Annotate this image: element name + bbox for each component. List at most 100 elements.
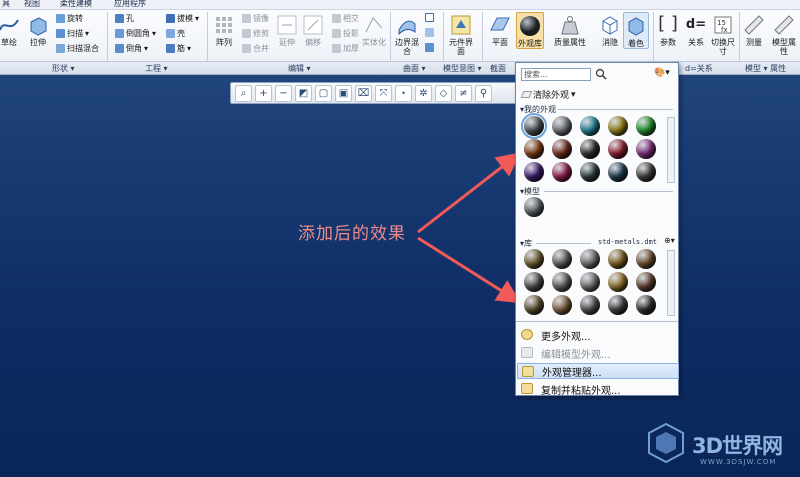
library-appearance-swatch[interactable]: [524, 295, 544, 315]
perspective-button[interactable]: ⤧: [375, 84, 392, 102]
thicken-button[interactable]: 加厚: [332, 43, 359, 54]
group-model-intent[interactable]: 模型意图 ▾: [443, 63, 482, 74]
measure-button[interactable]: 测量: [742, 14, 766, 47]
my-appearances-header[interactable]: ▾我的外观: [520, 104, 556, 115]
appearance-swatch[interactable]: [636, 162, 656, 182]
shell-button[interactable]: 壳: [166, 28, 185, 39]
revolve-button[interactable]: 旋转: [56, 13, 83, 24]
library-appearance-swatch[interactable]: [608, 295, 628, 315]
filter-button[interactable]: ≠: [455, 84, 472, 102]
switch-dimensions-button[interactable]: 15 fx 切换尺寸: [710, 14, 736, 56]
trim-button[interactable]: 修剪: [242, 28, 269, 39]
datum-display-button[interactable]: ⋆: [395, 84, 412, 102]
group-engineering[interactable]: 工程 ▾: [145, 63, 168, 74]
appearance-swatch[interactable]: [552, 116, 572, 136]
refit-button[interactable]: ⌕: [235, 84, 252, 102]
search-input[interactable]: 搜索...: [521, 68, 591, 81]
surface-tool-2[interactable]: [425, 28, 434, 37]
library-appearance-swatch[interactable]: [580, 295, 600, 315]
merge-button[interactable]: 合并: [242, 43, 269, 54]
library-appearance-swatch[interactable]: [524, 249, 544, 269]
menu-tab-view[interactable]: 视图: [24, 0, 40, 9]
sweep-button[interactable]: 扫描 ▾: [56, 28, 89, 39]
relations-button[interactable]: d= 关系: [684, 14, 708, 47]
search-icon[interactable]: [595, 68, 607, 80]
edit-model-appearance-item[interactable]: 编辑模型外观...: [517, 345, 679, 361]
menu-tab-flexible-modeling[interactable]: 柔性建模: [60, 0, 92, 9]
annotation-display-button[interactable]: ◇: [435, 84, 452, 102]
library-options-icon[interactable]: ⊕▾: [664, 236, 675, 245]
shading-button[interactable]: 着色: [623, 12, 649, 49]
library-appearance-swatch[interactable]: [580, 249, 600, 269]
repaint-button[interactable]: ◩: [295, 84, 312, 102]
project-button[interactable]: 投影: [332, 28, 359, 39]
appearance-swatch[interactable]: [636, 116, 656, 136]
appearance-swatch[interactable]: [524, 162, 544, 182]
appearance-swatch[interactable]: [608, 139, 628, 159]
pattern-button[interactable]: 阵列: [212, 14, 236, 47]
mass-properties-button[interactable]: 质量属性: [552, 14, 588, 47]
appearance-swatch[interactable]: [608, 162, 628, 182]
library-appearance-swatch[interactable]: [552, 272, 572, 292]
mirror-button[interactable]: 镜像: [242, 13, 269, 24]
settings-button[interactable]: ⚲: [475, 84, 492, 102]
zoom-out-button[interactable]: −: [275, 84, 292, 102]
view-button[interactable]: ▢: [315, 84, 332, 102]
library-appearance-swatch[interactable]: [552, 249, 572, 269]
group-surface[interactable]: 曲面 ▾: [403, 63, 426, 74]
offset-button[interactable]: 偏移: [302, 14, 324, 47]
draft-button[interactable]: 拔模 ▾: [166, 13, 199, 24]
library-appearance-swatch[interactable]: [608, 249, 628, 269]
hole-button[interactable]: 孔: [115, 13, 134, 24]
library-appearance-swatch[interactable]: [580, 272, 600, 292]
appearance-swatch[interactable]: [580, 139, 600, 159]
rib-button[interactable]: 筋 ▾: [166, 43, 191, 54]
group-model-properties[interactable]: 模型 ▾ 属性: [745, 63, 786, 74]
appearance-swatch[interactable]: [580, 162, 600, 182]
model-properties-button[interactable]: 模型属性: [770, 14, 798, 56]
zoom-in-button[interactable]: +: [255, 84, 272, 102]
group-relations[interactable]: d=关系: [685, 63, 713, 74]
group-shape[interactable]: 形状 ▾: [52, 63, 75, 74]
swept-blend-button[interactable]: 扫描混合: [56, 43, 99, 54]
group-editing[interactable]: 编辑 ▾: [288, 63, 311, 74]
library-appearance-swatch[interactable]: [636, 295, 656, 315]
library-appearance-swatch[interactable]: [636, 272, 656, 292]
menu-tab[interactable]: 具: [2, 0, 10, 9]
sketch-button[interactable]: 草绘: [0, 14, 20, 47]
display-style-button[interactable]: ⌧: [355, 84, 372, 102]
appearance-swatch[interactable]: [524, 139, 544, 159]
appearance-swatch[interactable]: [521, 113, 547, 139]
library-appearance-swatch[interactable]: [608, 272, 628, 292]
surface-tool-3[interactable]: [425, 43, 434, 52]
plane-button[interactable]: 平面: [487, 14, 513, 47]
extend-button[interactable]: 延伸: [276, 14, 298, 47]
group-section[interactable]: 截面: [490, 63, 506, 74]
appearance-swatch[interactable]: [552, 139, 572, 159]
more-appearances-item[interactable]: 更多外观...: [517, 327, 679, 343]
chamfer-button[interactable]: 倒角 ▾: [115, 43, 148, 54]
library-appearance-swatch[interactable]: [636, 249, 656, 269]
menu-tab-applications[interactable]: 应用程序: [114, 0, 146, 9]
appearance-swatch[interactable]: [636, 139, 656, 159]
solidify-button[interactable]: 实体化: [362, 14, 386, 47]
boundary-blend-button[interactable]: 边界混合: [394, 14, 420, 56]
copy-paste-appearance-item[interactable]: 复制并粘贴外观...: [517, 381, 679, 397]
round-button[interactable]: 倒圆角 ▾: [115, 28, 156, 39]
view-options-icon[interactable]: 🎨▾: [654, 68, 670, 78]
my-appearances-scrollbar[interactable]: [667, 117, 675, 183]
model-appearance-swatch[interactable]: [524, 197, 544, 217]
extrude-button[interactable]: 拉伸: [26, 14, 50, 47]
library-appearance-swatch[interactable]: [552, 295, 572, 315]
appearance-gallery-button[interactable]: 外观库: [516, 12, 544, 49]
appearance-swatch[interactable]: [552, 162, 572, 182]
hidden-line-button[interactable]: 消隐: [597, 14, 623, 47]
parameters-button[interactable]: [ ] 参数: [656, 14, 680, 48]
surface-tool-1[interactable]: [425, 13, 434, 22]
appearance-swatch[interactable]: [580, 116, 600, 136]
library-scrollbar[interactable]: [667, 250, 675, 316]
model-section-header[interactable]: ▾模型: [520, 186, 540, 197]
spin-center-button[interactable]: ✲: [415, 84, 432, 102]
library-section-header[interactable]: ▾库: [520, 238, 532, 249]
component-interface-button[interactable]: 元件界面: [448, 14, 474, 56]
